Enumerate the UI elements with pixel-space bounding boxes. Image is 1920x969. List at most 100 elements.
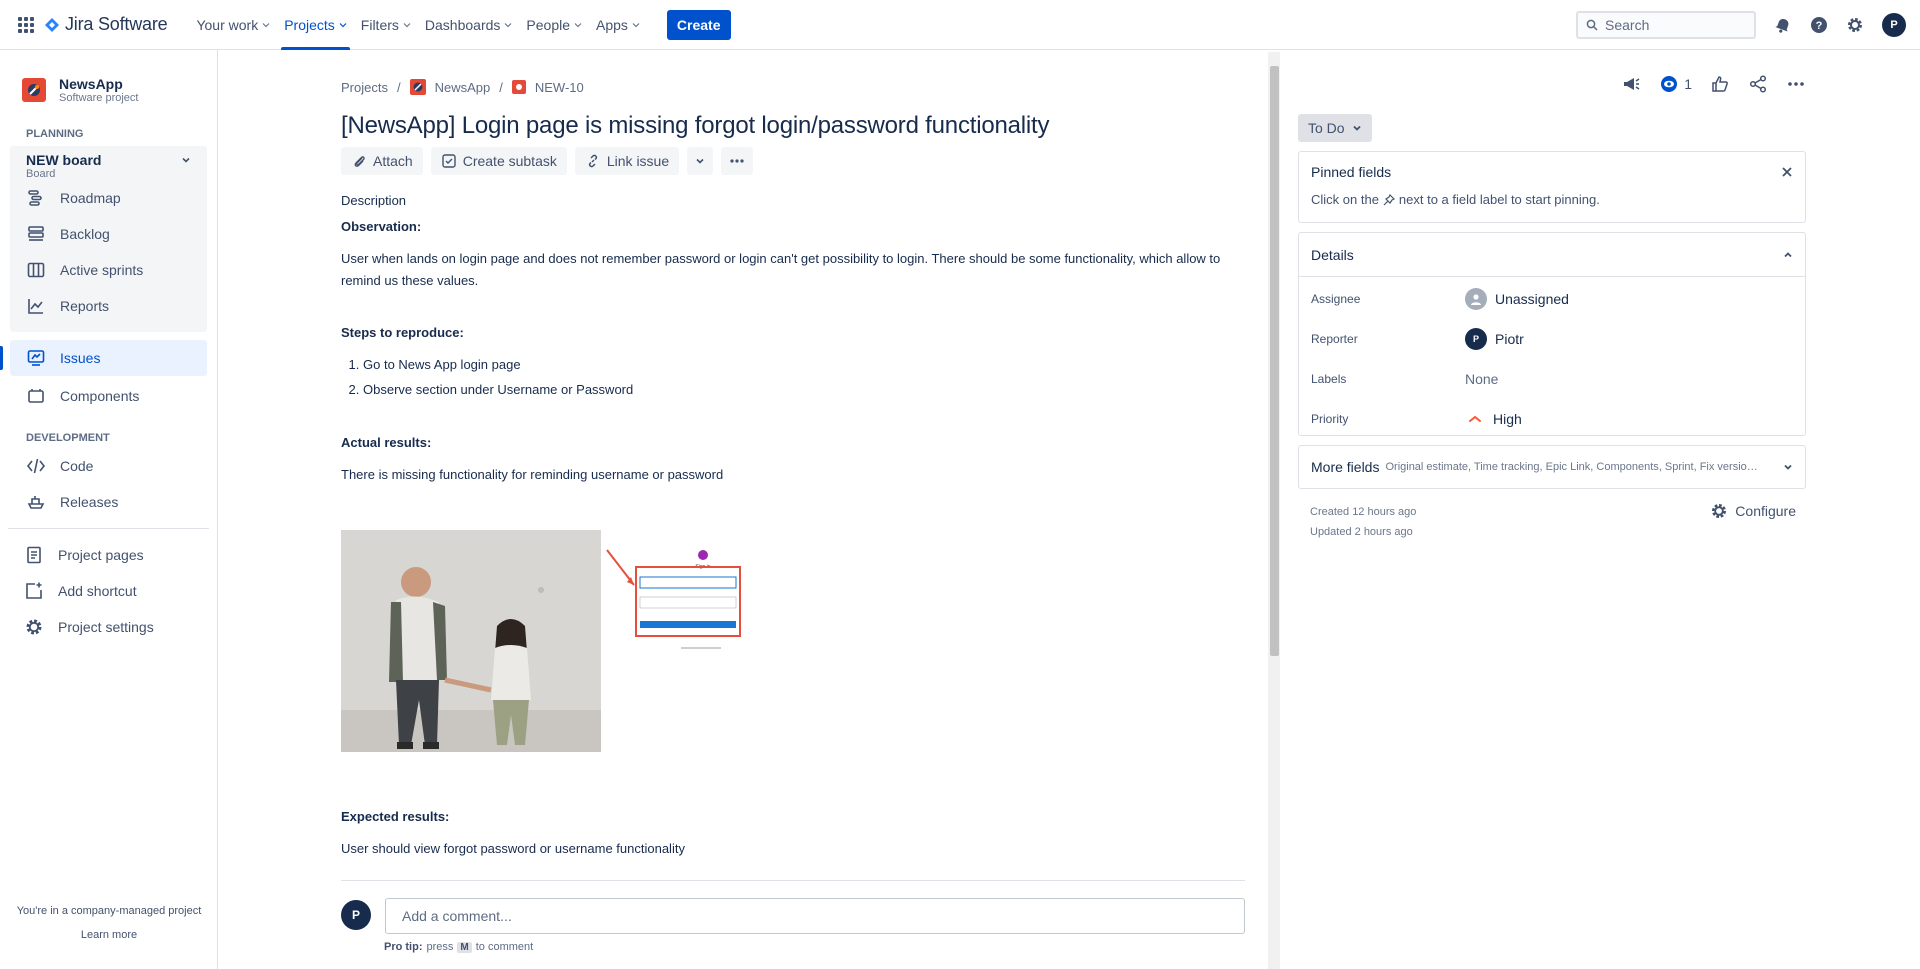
- pro-tip: Pro tip: press M to comment: [384, 941, 533, 953]
- list-item: Observe section under Username or Passwo…: [363, 379, 1221, 401]
- add-shortcut-icon: [26, 582, 42, 599]
- expected-results-text: User should view forgot password or user…: [341, 841, 685, 856]
- sidebar-item-label: Roadmap: [60, 190, 121, 206]
- nav-dashboards-label: Dashboards: [424, 16, 501, 33]
- create-button[interactable]: Create: [666, 9, 731, 40]
- inline-attachments: Sign in: [341, 530, 776, 752]
- observation-heading: Observation:: [341, 219, 422, 234]
- profile-avatar[interactable]: P: [1882, 12, 1906, 37]
- planning-heading: PLANNING: [26, 128, 84, 140]
- pinned-fields-panel: Pinned fields Click on the next to a fie…: [1298, 151, 1806, 223]
- more-fields-title: More fields: [1311, 459, 1380, 475]
- pin-icon: [1383, 193, 1395, 205]
- sidebar-item-roadmap[interactable]: Roadmap: [10, 180, 207, 216]
- link-issue-label: Link issue: [606, 153, 670, 169]
- board-switcher[interactable]: NEW board: [10, 152, 207, 168]
- sidebar-item-backlog[interactable]: Backlog: [10, 216, 207, 252]
- field-priority[interactable]: Priority High: [1299, 399, 1805, 439]
- sidebar-item-active-sprints[interactable]: Active sprints: [10, 252, 207, 288]
- main-scrollbar-thumb[interactable]: [1270, 66, 1279, 656]
- comment-composer: P Add a comment...: [341, 898, 1245, 934]
- sidebar-item-label: Reports: [60, 298, 110, 314]
- pinned-hint-pre: Click on the: [1311, 192, 1379, 207]
- login-screenshot-image[interactable]: Sign in: [601, 530, 776, 752]
- chevron-down-icon: [632, 22, 640, 27]
- chevron-down-icon: [696, 158, 704, 164]
- expected-results-heading: Expected results:: [341, 809, 450, 824]
- configure-button[interactable]: Configure: [1710, 502, 1796, 520]
- issue-summary[interactable]: [NewsApp] Login page is missing forgot l…: [341, 112, 1050, 140]
- details-header[interactable]: Details: [1299, 233, 1805, 277]
- more-links-dropdown-button[interactable]: [687, 147, 714, 175]
- learn-more-link[interactable]: Learn more: [0, 923, 218, 947]
- nav-projects[interactable]: Projects: [277, 0, 354, 50]
- notifications-icon[interactable]: [1774, 16, 1792, 34]
- nav-filters[interactable]: Filters: [354, 0, 418, 50]
- share-icon[interactable]: [1748, 74, 1768, 94]
- more-fields-text: More fields Original estimate, Time trac…: [1311, 459, 1760, 475]
- breadcrumb-projects[interactable]: Projects: [341, 80, 388, 95]
- sidebar-item-project-settings[interactable]: Project settings: [10, 609, 207, 645]
- search-input[interactable]: Search: [1576, 10, 1756, 39]
- sidebar-item-add-shortcut[interactable]: Add shortcut: [10, 573, 207, 609]
- more-actions-button[interactable]: [721, 147, 754, 175]
- app-switcher-icon[interactable]: [18, 16, 34, 33]
- chevron-down-icon: [1784, 464, 1792, 470]
- people-photo-image[interactable]: [341, 530, 601, 752]
- breadcrumb-separator: /: [396, 79, 401, 95]
- board-columns-icon: [27, 262, 45, 278]
- details-panel: Details Assignee Unassigned Reporter P P…: [1298, 232, 1806, 436]
- subtask-icon: [442, 154, 456, 168]
- jira-logo[interactable]: Jira Software: [44, 14, 168, 35]
- assignee-name: Unassigned: [1495, 291, 1569, 307]
- sidebar-item-releases[interactable]: Releases: [10, 484, 207, 520]
- help-icon[interactable]: ?: [1810, 16, 1828, 34]
- sidebar-item-components[interactable]: Components: [10, 378, 207, 414]
- thumbs-up-vote-icon[interactable]: [1710, 74, 1730, 94]
- sidebar-item-reports[interactable]: Reports: [10, 288, 207, 324]
- project-header[interactable]: NewsApp Software project: [0, 50, 217, 104]
- roadmap-icon: [28, 190, 42, 206]
- pro-tip-press: press: [426, 941, 454, 953]
- breadcrumb-issue-key[interactable]: NEW-10: [535, 80, 584, 95]
- pages-icon: [27, 546, 41, 564]
- watch-button[interactable]: 1: [1659, 74, 1692, 94]
- attach-button[interactable]: Attach: [341, 147, 423, 175]
- chevron-down-icon: [574, 22, 582, 27]
- sidebar-item-label: Project settings: [58, 619, 154, 635]
- description-label: Description: [341, 193, 407, 208]
- feedback-megaphone-icon[interactable]: [1621, 74, 1641, 94]
- expected-results-block: Expected results: User should view forgo…: [341, 806, 685, 860]
- create-subtask-button[interactable]: Create subtask: [430, 147, 567, 175]
- sidebar-item-label: Backlog: [60, 226, 110, 242]
- issues-icon: [27, 350, 45, 366]
- field-reporter[interactable]: Reporter P Piotr: [1299, 319, 1805, 359]
- description-body[interactable]: Observation: User when lands on login pa…: [341, 216, 1221, 486]
- more-ellipsis-icon[interactable]: [1786, 74, 1806, 94]
- nav-people[interactable]: People: [519, 0, 589, 50]
- breadcrumb-separator: /: [499, 79, 503, 95]
- close-icon[interactable]: [1781, 166, 1793, 178]
- sidebar-item-issues[interactable]: Issues: [0, 340, 207, 376]
- nav-dashboards[interactable]: Dashboards: [418, 0, 520, 50]
- sidebar-item-code[interactable]: Code: [10, 448, 207, 484]
- link-issue-button[interactable]: Link issue: [574, 147, 680, 175]
- more-fields-panel[interactable]: More fields Original estimate, Time trac…: [1298, 445, 1806, 489]
- breadcrumb-newsapp[interactable]: NewsApp: [435, 80, 491, 95]
- field-labels[interactable]: Labels None: [1299, 359, 1805, 399]
- assignee-value: Unassigned: [1465, 288, 1569, 310]
- status-dropdown-button[interactable]: To Do: [1298, 114, 1372, 142]
- bug-issue-type-icon: [511, 80, 526, 94]
- project-type: Software project: [59, 92, 139, 104]
- sidebar-item-label: Issues: [60, 350, 101, 366]
- nav-apps[interactable]: Apps: [589, 0, 647, 50]
- sidebar-item-project-pages[interactable]: Project pages: [10, 537, 207, 573]
- priority-name: High: [1493, 411, 1522, 427]
- svg-text:?: ?: [1816, 20, 1823, 32]
- settings-gear-icon[interactable]: [1846, 16, 1864, 34]
- nav-your-work[interactable]: Your work: [189, 0, 277, 50]
- issue-side-panel: 1 To Do Pinned fields Click on the next …: [1298, 50, 1806, 969]
- unassigned-avatar-icon: [1465, 288, 1487, 310]
- field-assignee[interactable]: Assignee Unassigned: [1299, 279, 1805, 319]
- add-comment-input[interactable]: Add a comment...: [385, 898, 1245, 934]
